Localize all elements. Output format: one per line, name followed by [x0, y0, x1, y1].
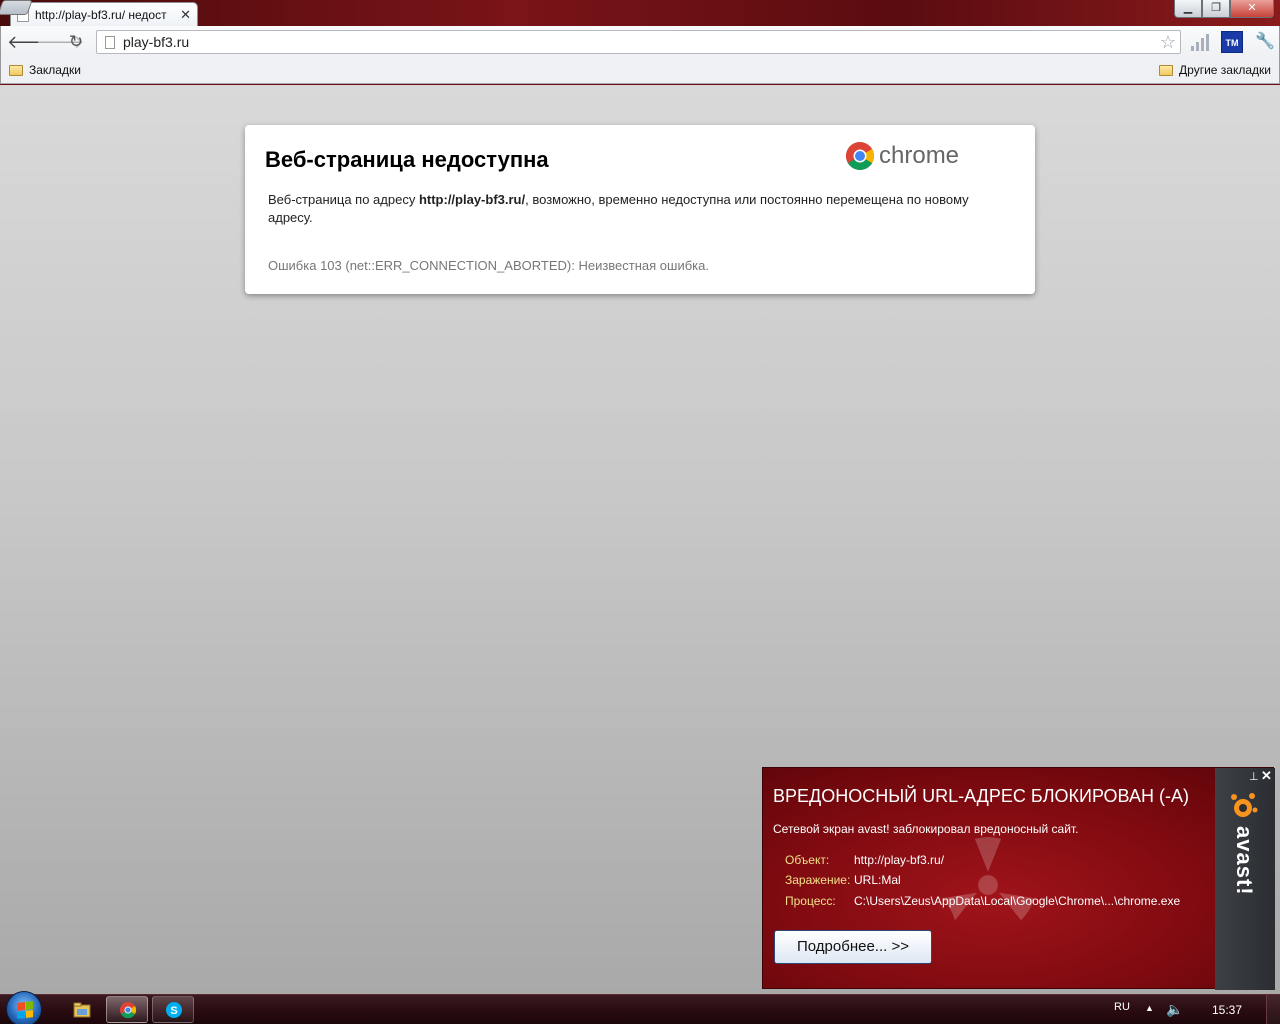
error-box: Веб-страница недоступна chrome Веб-стран…: [245, 125, 1035, 294]
language-indicator[interactable]: RU: [1114, 1001, 1130, 1013]
avast-row-process: Процесс: C:\Users\Zeus\AppData\Local\Goo…: [785, 894, 1180, 908]
browser-tab-active[interactable]: http://play-bf3.ru/ недост ✕: [10, 2, 198, 26]
bookmark-star-icon[interactable]: ☆: [1160, 32, 1176, 53]
window-controls: ▁ ❐ ✕: [1174, 0, 1274, 18]
pin-icon[interactable]: ⊥: [1249, 770, 1259, 783]
error-description: Веб-страница по адресу http://play-bf3.r…: [268, 191, 998, 227]
avast-row-label: Процесс:: [785, 894, 836, 908]
url-input[interactable]: play-bf3.ru: [123, 34, 1160, 50]
tray-arrow-icon[interactable]: ▲: [1145, 1003, 1154, 1013]
address-bar[interactable]: play-bf3.ru ☆: [96, 30, 1181, 54]
avast-brand-text: avast!: [1232, 826, 1257, 896]
chrome-logo-icon: [846, 142, 874, 170]
bookmarks-folder[interactable]: Закладки: [9, 63, 81, 77]
windows-logo-icon: [17, 1001, 33, 1019]
error-desc-url: http://play-bf3.ru/: [418, 192, 526, 207]
wrench-menu-icon[interactable]: 🔧: [1255, 33, 1275, 51]
close-window-button[interactable]: ✕: [1230, 0, 1274, 18]
svg-text:S: S: [170, 1005, 177, 1017]
volume-icon[interactable]: 🔈: [1166, 1001, 1183, 1018]
tab-close-icon[interactable]: ✕: [180, 7, 191, 23]
clock[interactable]: 15:37: [1212, 1003, 1242, 1017]
back-button[interactable]: 🡐: [7, 31, 55, 53]
show-desktop-button[interactable]: [1266, 995, 1280, 1024]
forward-button[interactable]: 🡒: [36, 31, 84, 53]
avast-row-label: Объект:: [785, 853, 830, 867]
reload-button[interactable]: ↻: [65, 31, 87, 53]
avast-logo-icon: [1231, 793, 1258, 817]
avast-subtitle: Сетевой экран avast! заблокировал вредон…: [773, 822, 1079, 836]
taskbar-chrome[interactable]: [106, 996, 148, 1023]
folder-icon: [9, 64, 23, 76]
error-title: Веб-страница недоступна: [265, 147, 549, 172]
new-tab-button[interactable]: [0, 0, 33, 15]
bookmarks-folder-label: Закладки: [29, 63, 81, 77]
folder-icon: [73, 1002, 91, 1018]
error-desc-prefix: Веб-страница по адресу: [268, 192, 419, 207]
skype-icon: S: [166, 1002, 182, 1018]
radiation-icon: [941, 837, 1035, 921]
avast-row-infection: Заражение: URL:Mal: [785, 873, 901, 887]
page-content: Веб-страница недоступна chrome Веб-стран…: [0, 85, 1280, 994]
avast-row-value: C:\Users\Zeus\AppData\Local\Google\Chrom…: [854, 894, 1181, 908]
avast-sidebar: ⊥ ✕ avast!: [1215, 768, 1275, 990]
avast-row-object: Объект: http://play-bf3.ru/: [785, 853, 944, 867]
avast-row-label: Заражение:: [785, 873, 851, 887]
other-bookmarks-label: Другие закладки: [1179, 63, 1271, 77]
chrome-logo-text: chrome: [879, 142, 960, 169]
avast-row-value: http://play-bf3.ru/: [854, 853, 945, 867]
taskbar-explorer[interactable]: [60, 996, 102, 1023]
chrome-logo: chrome: [845, 141, 959, 171]
taskbar-skype[interactable]: S: [152, 996, 194, 1023]
error-code: Ошибка 103 (net::ERR_CONNECTION_ABORTED)…: [268, 258, 709, 273]
close-icon[interactable]: ✕: [1261, 768, 1272, 784]
extension-tm-icon[interactable]: TM: [1221, 31, 1243, 53]
avast-title: ВРЕДОНОСНЫЙ URL-АДРЕС БЛОКИРОВАН (-A): [773, 786, 1189, 806]
signal-bars-icon[interactable]: [1191, 33, 1211, 51]
minimize-button[interactable]: ▁: [1174, 0, 1202, 18]
tab-title: http://play-bf3.ru/ недост: [35, 7, 167, 22]
page-icon: [105, 35, 115, 49]
avast-alert-popup: ВРЕДОНОСНЫЙ URL-АДРЕС БЛОКИРОВАН (-A) Се…: [762, 767, 1275, 990]
bookmarks-bar: Закладки Другие закладки: [0, 58, 1280, 84]
window-titlebar: http://play-bf3.ru/ недост ✕ ▁ ❐ ✕: [0, 0, 1280, 26]
other-bookmarks-folder[interactable]: Другие закладки: [1159, 63, 1271, 77]
maximize-button[interactable]: ❐: [1202, 0, 1230, 18]
more-details-button[interactable]: Подробнее... >>: [774, 930, 932, 964]
avast-row-value: URL:Mal: [854, 873, 901, 887]
windows-taskbar: S RU ▲ 🔈 15:37: [0, 991, 1280, 1024]
chrome-icon: [120, 1002, 137, 1019]
start-button[interactable]: [6, 991, 42, 1024]
folder-icon: [1159, 64, 1174, 76]
browser-toolbar: 🡐 🡒 ↻ play-bf3.ru ☆ TM 🔧: [0, 26, 1280, 58]
